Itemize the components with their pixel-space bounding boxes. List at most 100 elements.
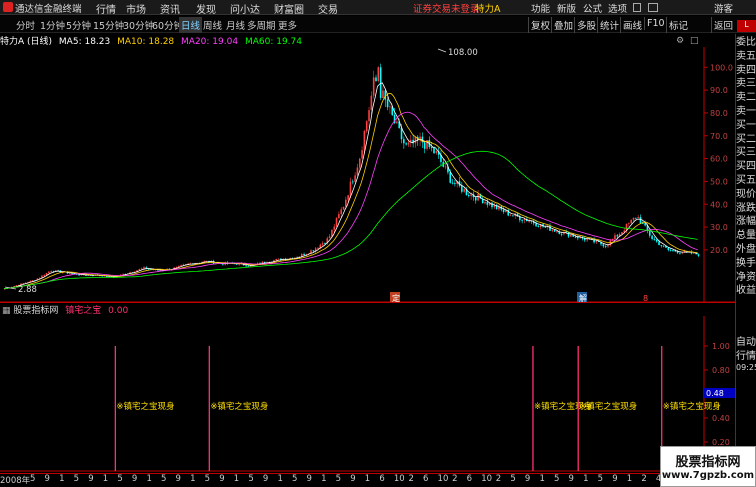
candle-body xyxy=(333,226,336,230)
price-tick-label: 80.0 xyxy=(710,109,728,118)
watermark: 股票指标网 www.7gpzb.com xyxy=(660,446,756,487)
stock-tag: 特力A xyxy=(475,4,501,15)
date-tick-label: 6 xyxy=(423,474,429,484)
menu-guest[interactable]: 游客 xyxy=(714,1,733,15)
menu-formula[interactable]: 公式 xyxy=(583,1,602,15)
side-time: 09:25 xyxy=(736,363,756,372)
candle-body xyxy=(345,199,347,207)
menu-news[interactable]: 资讯 xyxy=(160,1,180,16)
watermark-url: www.7gpzb.com xyxy=(661,470,755,481)
mark-button[interactable]: 标记 xyxy=(666,17,690,33)
menu-ask[interactable]: 问小达 xyxy=(230,1,260,16)
candle-body xyxy=(644,223,646,226)
signal-lines: ※镇宅之宝现身 ※镇宅之宝现身 ※镇宅之宝现身※镇宅之宝现身 ※镇宅之宝现身 xyxy=(114,346,721,471)
candle-body xyxy=(655,239,658,242)
back-button[interactable]: 返回 xyxy=(711,17,735,33)
price-tick-label: 60.0 xyxy=(710,155,728,164)
indicator-legend: ▦ 股票指标网 镇宅之宝 0.00 xyxy=(2,303,128,316)
date-tick-label: 1 xyxy=(626,474,633,484)
menu-trade[interactable]: 交易 xyxy=(318,1,338,16)
side-panel-tab[interactable]: L xyxy=(737,20,756,32)
side-label: 买五 xyxy=(736,175,756,186)
date-tick-label: 2008年 xyxy=(0,476,31,486)
menu-fortune[interactable]: 财富圈 xyxy=(274,1,304,16)
candle-body xyxy=(512,215,514,217)
multi-stock-button[interactable]: 多股 xyxy=(574,17,598,33)
candle-body xyxy=(537,226,540,227)
candle-body xyxy=(653,239,656,240)
date-tick-label: 9 xyxy=(568,474,574,484)
restore-right-button[interactable]: 复权 xyxy=(528,17,552,33)
login-notice[interactable]: 证券交易未登录 xyxy=(413,1,480,15)
price-chart[interactable]: 100.0 90.0 80.0 70.0 60.0 50.0 40.0 30.0 20.0 10… xyxy=(0,47,736,303)
stats-button[interactable]: 统计 xyxy=(597,17,621,33)
tab-daily[interactable]: 日线 xyxy=(179,17,203,33)
date-tick-label: 9 xyxy=(306,474,312,484)
menu-newversion[interactable]: 新版 xyxy=(557,1,576,15)
menu-options[interactable]: 选项 xyxy=(608,1,627,15)
candle-body xyxy=(607,245,609,247)
tab-5min[interactable]: 5分钟 xyxy=(64,17,93,33)
settings-icon[interactable]: ⚙ xyxy=(676,36,684,46)
draw-button[interactable]: 画线 xyxy=(620,17,644,33)
side-label: 现价 xyxy=(736,188,756,200)
date-ticks: 2008年 5 9 1 5 9 1 5 9 1 5 9 1 5 9 1 5 9 1 5 9 1 5 9 1 6 10 2 6 10 2 6 10… xyxy=(0,474,704,486)
candle-body xyxy=(356,167,359,176)
candle-body xyxy=(317,247,319,249)
indicator-chart[interactable]: 1.000.800.600.400.200.00 ※镇宅之宝现身※镇宅之宝现身※… xyxy=(0,316,736,472)
candle-body xyxy=(667,247,670,250)
side-label: 卖三 xyxy=(736,78,756,90)
candle-body xyxy=(630,219,632,224)
ma-legend: 特力A (日线) MA5: 18.23 MA10: 18.28 MA20: 19… xyxy=(0,34,302,47)
menu-discover[interactable]: 发现 xyxy=(196,1,216,16)
date-tick-label: 5 xyxy=(204,474,211,484)
candle-body xyxy=(396,121,398,124)
tab-weekly[interactable]: 周线 xyxy=(201,17,224,33)
ma5-value: MA5: 18.23 xyxy=(58,37,111,47)
candle-body xyxy=(361,150,363,159)
menu-market[interactable]: 市场 xyxy=(126,1,146,16)
side-label: 卖五 xyxy=(736,50,756,62)
candle-body xyxy=(180,265,182,266)
date-tick-label: 9 xyxy=(88,474,94,484)
candle-body xyxy=(502,209,505,212)
indicator-name[interactable]: 镇宅之宝 xyxy=(65,306,101,316)
window-small-icon[interactable] xyxy=(633,3,641,12)
candle-body xyxy=(574,236,577,238)
overlay-button[interactable]: 叠加 xyxy=(551,17,575,33)
tab-multi[interactable]: 多周期 xyxy=(245,17,278,33)
side-auto[interactable]: 自动 xyxy=(736,333,756,348)
maximize-icon[interactable]: □ xyxy=(690,36,699,46)
candle-body xyxy=(338,214,340,219)
candle-body xyxy=(384,90,387,100)
candle-body xyxy=(602,244,605,247)
window-layout-icon[interactable] xyxy=(648,3,658,12)
date-tick-label: 5 xyxy=(30,474,36,484)
date-tick-label: 5 xyxy=(597,474,604,484)
candle-body xyxy=(549,225,551,231)
tab-1min[interactable]: 1分钟 xyxy=(38,17,67,33)
side-quote[interactable]: 行情 xyxy=(736,347,756,362)
candle-body xyxy=(648,230,651,236)
candle-body xyxy=(414,136,417,144)
candle-body xyxy=(335,218,338,227)
menu-quotes[interactable]: 行情 xyxy=(96,1,116,16)
candle-body xyxy=(651,235,653,240)
date-tick-label: 2 xyxy=(452,474,458,484)
high-price-label: 108.00 xyxy=(448,48,478,58)
candle-body xyxy=(368,110,370,122)
candle-body xyxy=(178,265,180,267)
tab-monthly[interactable]: 月线 xyxy=(224,17,247,33)
candle-body xyxy=(642,223,644,225)
tab-more[interactable]: 更多 xyxy=(276,17,299,33)
tab-fenshi[interactable]: 分时 xyxy=(14,17,37,33)
candle-body xyxy=(662,245,665,247)
candle-body xyxy=(477,194,479,201)
candle-body xyxy=(669,249,672,251)
f10-button[interactable]: F10 xyxy=(644,17,667,30)
side-label: 买一 xyxy=(736,119,756,131)
candle-body xyxy=(372,77,375,96)
date-tick-label: 5 xyxy=(73,474,80,484)
candle-body xyxy=(354,175,356,182)
menu-function[interactable]: 功能 xyxy=(531,1,550,15)
